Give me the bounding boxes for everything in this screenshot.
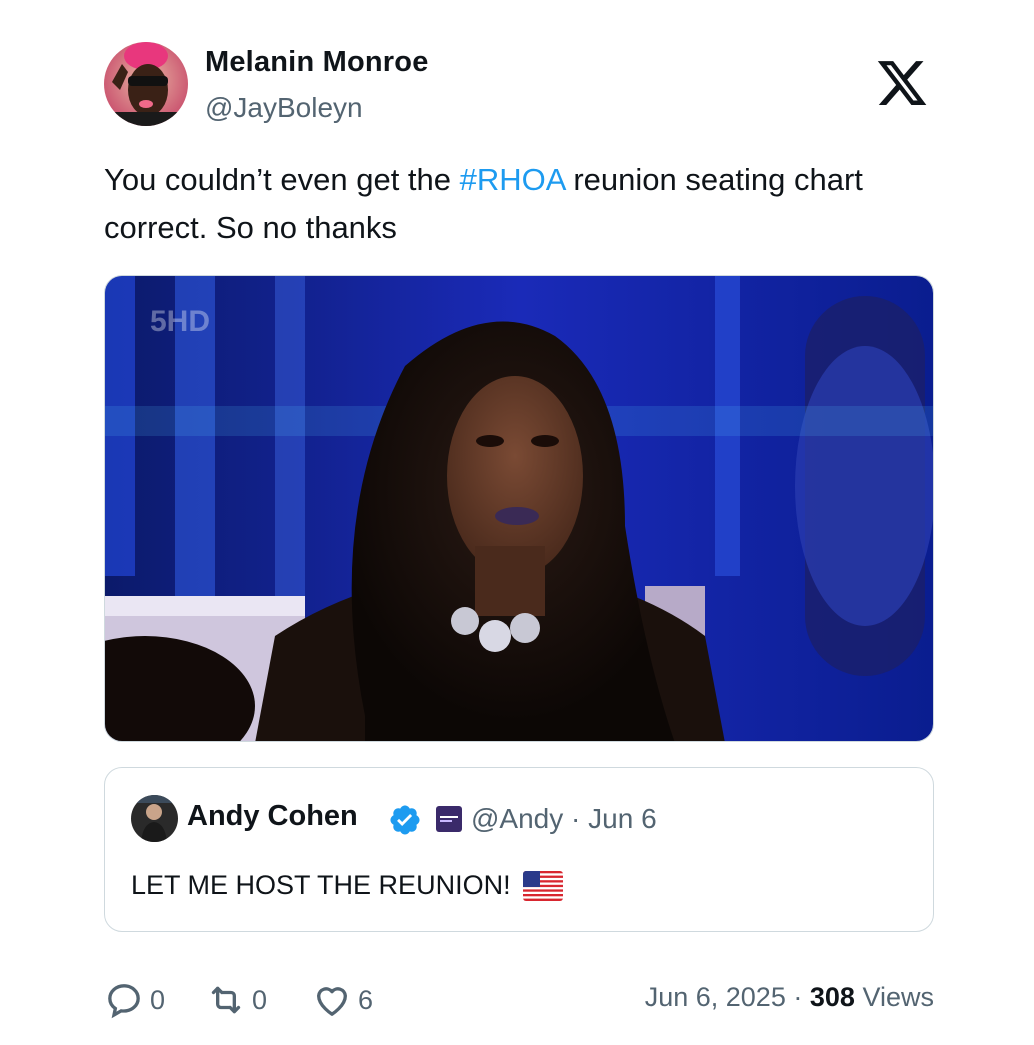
verified-badge-icon [388, 803, 422, 837]
author-handle[interactable]: @JayBoleyn [205, 92, 363, 124]
channel-watermark: 5HD [150, 305, 210, 338]
quoted-date[interactable]: Jun 6 [588, 803, 657, 834]
quoted-tweet-text: LET ME HOST THE REUNION! [131, 870, 563, 901]
quoted-tweet[interactable]: Andy Cohen @Andy · Jun 6 LET ME HOST THE… [104, 767, 934, 932]
retweet-count: 0 [252, 984, 268, 1015]
reply-icon [108, 984, 140, 1019]
affiliate-badge-icon [436, 806, 462, 832]
quoted-text: LET ME HOST THE REUNION! [131, 870, 511, 900]
retweet-button[interactable]: 0 [206, 978, 267, 1022]
footer-separator: · [793, 982, 803, 1012]
quoted-separator: · [571, 803, 581, 834]
reply-count: 0 [150, 984, 166, 1015]
quoted-author-name[interactable]: Andy Cohen [187, 800, 358, 833]
quoted-author-handle[interactable]: @Andy [471, 803, 563, 834]
tweet-media-image[interactable]: 5HD [104, 275, 934, 742]
tweet-text-start: You couldn’t even get the [104, 162, 460, 197]
tweet-footer: 0 0 6 Jun 6, 2025 · 308 Views [104, 978, 934, 1022]
retweet-icon [211, 986, 241, 1014]
x-logo-icon[interactable] [874, 56, 930, 110]
tweet-timestamp: Jun 6, 2025 · 308 Views [645, 982, 934, 1013]
tweet-date[interactable]: Jun 6, 2025 [645, 982, 786, 1012]
views-count: 308 [809, 982, 855, 1012]
tweet-text: You couldn’t even get the #RHOA reunion … [104, 156, 924, 252]
quoted-meta: @Andy · Jun 6 [471, 803, 657, 835]
hashtag-link[interactable]: #RHOA [460, 162, 565, 197]
views-label: Views [862, 982, 934, 1012]
like-count: 6 [358, 984, 374, 1015]
author-name[interactable]: Melanin Monroe [205, 46, 429, 79]
reply-button[interactable]: 0 [104, 978, 165, 1022]
tweet-header: Melanin Monroe @JayBoleyn [104, 42, 934, 126]
author-avatar[interactable] [104, 42, 188, 126]
quoted-author-avatar[interactable] [131, 795, 178, 842]
us-flag-icon [522, 870, 563, 901]
heart-icon [317, 987, 347, 1016]
like-button[interactable]: 6 [312, 978, 373, 1022]
